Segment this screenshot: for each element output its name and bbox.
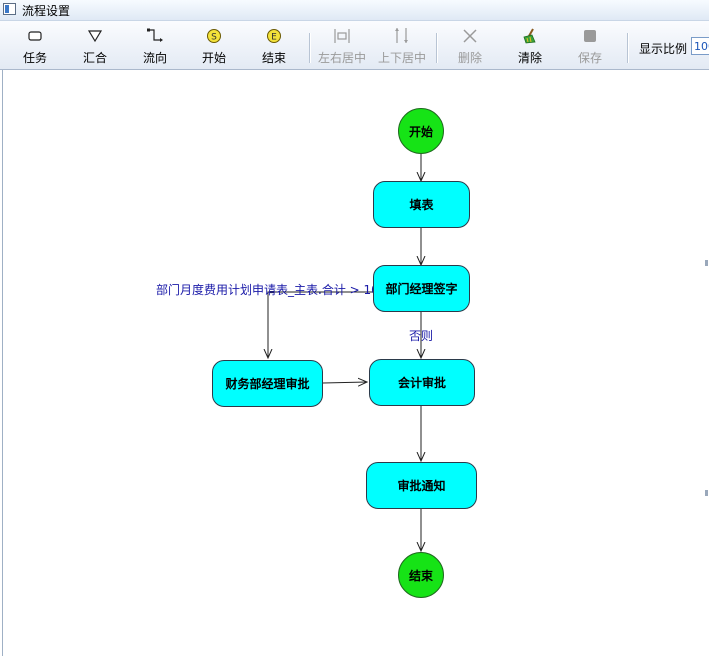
align-vertical-icon (395, 28, 408, 43)
task-node-finance-manager-review[interactable]: 财务部经理审批 (212, 360, 323, 407)
edge-else-label[interactable]: 否则 (409, 327, 433, 344)
delete-x-icon (463, 29, 477, 43)
clear-button[interactable]: 清除 (501, 25, 559, 67)
delete-button[interactable]: 删除 (441, 25, 499, 67)
start-s-icon: S (207, 29, 221, 43)
connectors-layer (3, 154, 708, 656)
merge-button[interactable]: 汇合 (66, 25, 124, 67)
canvas-scroll-marker (705, 490, 708, 496)
save-icon (584, 30, 596, 42)
edge-dept-to-finance[interactable] (268, 291, 381, 358)
diagram-canvas[interactable]: 部门月度费用计划申请表_主表.合计 > 100 否则 开始 填表 部门经理签字 … (2, 70, 708, 656)
merge-triangle-icon (87, 30, 103, 43)
task-node-review-notice[interactable]: 审批通知 (366, 462, 477, 509)
align-vertical-button[interactable]: 上下居中 (373, 25, 431, 67)
edge-condition-label[interactable]: 部门月度费用计划申请表_主表.合计 > 100 (156, 281, 386, 298)
window-title: 流程设置 (22, 4, 71, 18)
start-node[interactable]: 开始 (398, 108, 444, 154)
window-title-bar: 流程设置 (0, 0, 709, 21)
task-node-fill-form[interactable]: 填表 (373, 181, 470, 228)
app-window-icon (3, 3, 16, 15)
flow-direction-button[interactable]: 流向 (126, 25, 184, 67)
toolbar-separator (436, 33, 438, 63)
svg-text:S: S (211, 33, 217, 43)
align-horizontal-icon (334, 29, 350, 43)
end-button[interactable]: E 结束 (245, 25, 303, 67)
toolbar-separator (627, 33, 629, 63)
end-e-icon: E (267, 29, 281, 43)
start-button[interactable]: S 开始 (185, 25, 243, 67)
task-node-accounting-review[interactable]: 会计审批 (369, 359, 475, 406)
save-button[interactable]: 保存 (561, 25, 619, 67)
edge-finance-to-accounting[interactable] (322, 382, 367, 383)
canvas-scroll-marker (705, 260, 708, 266)
align-horizontal-button[interactable]: 左右居中 (313, 25, 371, 67)
end-node[interactable]: 结束 (398, 552, 444, 598)
flow-arrow-icon (147, 28, 163, 42)
task-node-dept-manager-sign[interactable]: 部门经理签字 (373, 265, 470, 312)
zoom-label: 显示比例 (639, 42, 688, 56)
zoom-input[interactable] (691, 37, 709, 55)
toolbar-separator (309, 33, 311, 63)
task-rect-icon (28, 31, 42, 41)
task-button[interactable]: 任务 (6, 25, 64, 67)
toolbar: 任务 汇合 流向 S 开始 E 结束 左右居中 上下居中 删除 清除 保存 显示… (0, 21, 709, 70)
svg-text:E: E (271, 33, 277, 43)
broom-icon (523, 28, 536, 44)
